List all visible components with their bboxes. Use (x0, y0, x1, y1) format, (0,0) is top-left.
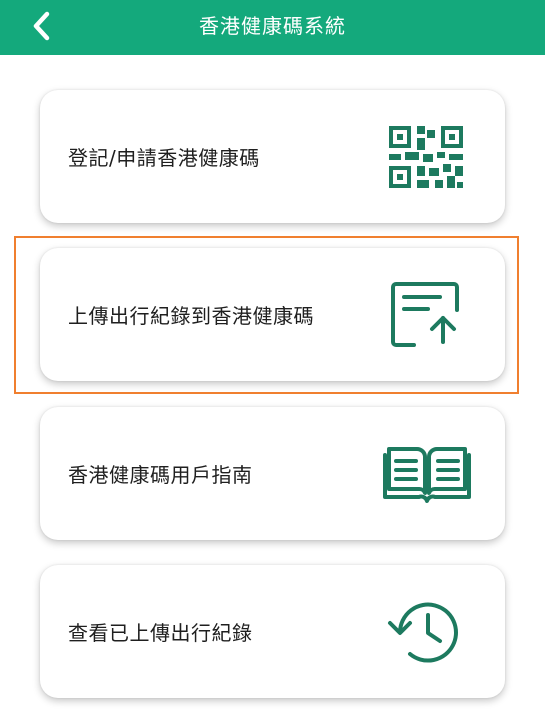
card-label: 登記/申請香港健康碼 (68, 146, 260, 170)
upload-travel-records-card[interactable]: 上傳出行紀錄到香港健康碼 (40, 248, 505, 381)
history-clock-icon (388, 602, 458, 662)
view-uploaded-records-card[interactable]: 查看已上傳出行紀錄 (40, 565, 505, 698)
card-label: 上傳出行紀錄到香港健康碼 (68, 304, 314, 328)
app-header: 香港健康碼系統 (0, 0, 545, 55)
register-health-code-card[interactable]: 登記/申請香港健康碼 (40, 90, 505, 223)
card-label: 查看已上傳出行紀錄 (68, 621, 253, 645)
document-upload-icon (391, 281, 459, 347)
page-title: 香港健康碼系統 (199, 14, 346, 38)
qr-code-icon (389, 125, 463, 188)
open-book-icon (383, 446, 471, 503)
card-label: 香港健康碼用戶指南 (68, 463, 253, 487)
user-guide-card[interactable]: 香港健康碼用戶指南 (40, 407, 505, 540)
